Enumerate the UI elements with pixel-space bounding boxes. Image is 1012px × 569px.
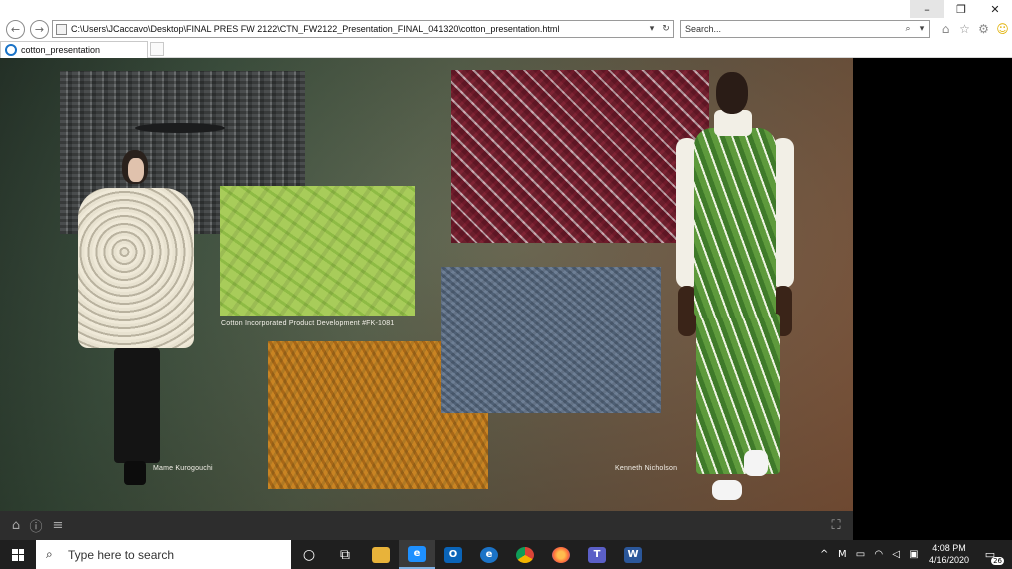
slide-canvas: Cotton Incorporated Product Development … [0, 58, 853, 511]
search-input[interactable]: Search... ⌕ ▾ [680, 20, 930, 38]
left-model-crochet-coat [78, 188, 194, 348]
tab-cotton-presentation[interactable]: cotton_presentation [0, 41, 148, 58]
green-basketweave-fabric-image [220, 186, 415, 316]
home-icon[interactable]: ⌂ [938, 21, 953, 36]
word-icon[interactable]: W [615, 540, 651, 569]
window-titlebar: – ❐ ✕ [0, 0, 1012, 18]
start-button[interactable] [0, 540, 36, 569]
action-center-icon[interactable]: ▭ 26 [980, 545, 1004, 565]
refresh-icon[interactable]: ↻ [659, 24, 673, 34]
tray-chevron-icon[interactable]: ^ [820, 540, 828, 569]
browser-tools: ⌂ ☆ ⚙ ☺ [938, 21, 1010, 36]
taskbar-search-input[interactable]: ⌕ Type here to search [36, 540, 291, 569]
chrome-icon[interactable] [507, 540, 543, 569]
clock-date: 4/16/2020 [928, 555, 970, 565]
restore-button[interactable]: ❐ [944, 0, 978, 18]
settings-gear-icon[interactable]: ⚙ [976, 21, 991, 36]
feedback-smiley-icon[interactable]: ☺ [995, 21, 1010, 36]
system-tray-icons[interactable]: M ▭ ◠ ◁ ▣ [838, 540, 922, 569]
right-model-caption: Kenneth Nicholson [615, 465, 678, 472]
window-controls: – ❐ ✕ [910, 0, 1012, 18]
firefox-icon[interactable] [543, 540, 579, 569]
address-url[interactable]: C:\Users\JCaccavo\Desktop\FINAL PRES FW … [71, 24, 645, 34]
close-button[interactable]: ✕ [978, 0, 1012, 18]
address-dropdown-icon[interactable]: ▾ [645, 24, 659, 34]
notification-count: 26 [991, 557, 1004, 565]
blue-twill-fabric-image [441, 267, 661, 413]
outlook-icon[interactable]: O [435, 540, 471, 569]
home-icon[interactable]: ⌂ [8, 517, 24, 533]
right-model-printed-trousers [696, 314, 780, 474]
search-icon[interactable]: ⌕ [901, 24, 915, 34]
edge-icon[interactable]: e [471, 540, 507, 569]
burgundy-jacquard-fabric-image [451, 70, 709, 243]
minimize-button[interactable]: – [910, 0, 944, 18]
internet-explorer-icon[interactable]: e [399, 540, 435, 569]
left-model-legs [114, 348, 160, 463]
tab-title: cotton_presentation [21, 45, 101, 55]
left-model-boots [124, 461, 146, 485]
tab-bar: cotton_presentation [0, 40, 1012, 58]
taskbar-clock[interactable]: 4:08 PM 4/16/2020 [924, 542, 974, 566]
ie-tab-icon [5, 44, 17, 56]
favorites-star-icon[interactable]: ☆ [957, 21, 972, 36]
browser-navbar: ← → C:\Users\JCaccavo\Desktop\FINAL PRES… [0, 18, 1012, 40]
task-switcher-icon[interactable]: ⧉ [327, 540, 363, 569]
page-file-icon [56, 23, 67, 35]
left-model-face [128, 158, 144, 182]
teams-icon[interactable]: T [579, 540, 615, 569]
file-explorer-icon[interactable] [363, 540, 399, 569]
right-model-left-shoe [712, 480, 742, 500]
slide-viewer: Cotton Incorporated Product Development … [0, 58, 1012, 540]
left-model-caption: Mame Kurogouchi [153, 465, 213, 472]
fullscreen-icon[interactable]: ⛶ [828, 517, 844, 533]
viewer-toolbar: ⌂ ⓘ ≡ ⛶ [0, 511, 853, 540]
menu-icon[interactable]: ≡ [50, 517, 66, 533]
back-button[interactable]: ← [6, 20, 25, 39]
task-view-icon[interactable]: ○ [291, 540, 327, 569]
right-model-printed-vest [694, 128, 776, 318]
product-caption: Cotton Incorporated Product Development … [221, 320, 395, 327]
windows-logo-icon [12, 548, 24, 561]
windows-taskbar: ⌕ Type here to search ○ ⧉ e O e T W ^ M … [0, 540, 1012, 569]
clock-time: 4:08 PM [932, 543, 966, 553]
search-dropdown-icon[interactable]: ▾ [915, 24, 929, 34]
forward-button[interactable]: → [30, 20, 49, 39]
address-bar[interactable]: C:\Users\JCaccavo\Desktop\FINAL PRES FW … [52, 20, 674, 38]
info-icon[interactable]: ⓘ [28, 517, 44, 535]
right-model-head [716, 72, 748, 114]
search-placeholder: Search... [685, 24, 722, 34]
new-tab-button[interactable] [150, 42, 164, 56]
right-model-right-shoe [744, 450, 768, 476]
knit-slit [135, 123, 225, 133]
taskbar-search-placeholder: Type here to search [68, 547, 175, 562]
search-icon: ⌕ [46, 547, 53, 561]
